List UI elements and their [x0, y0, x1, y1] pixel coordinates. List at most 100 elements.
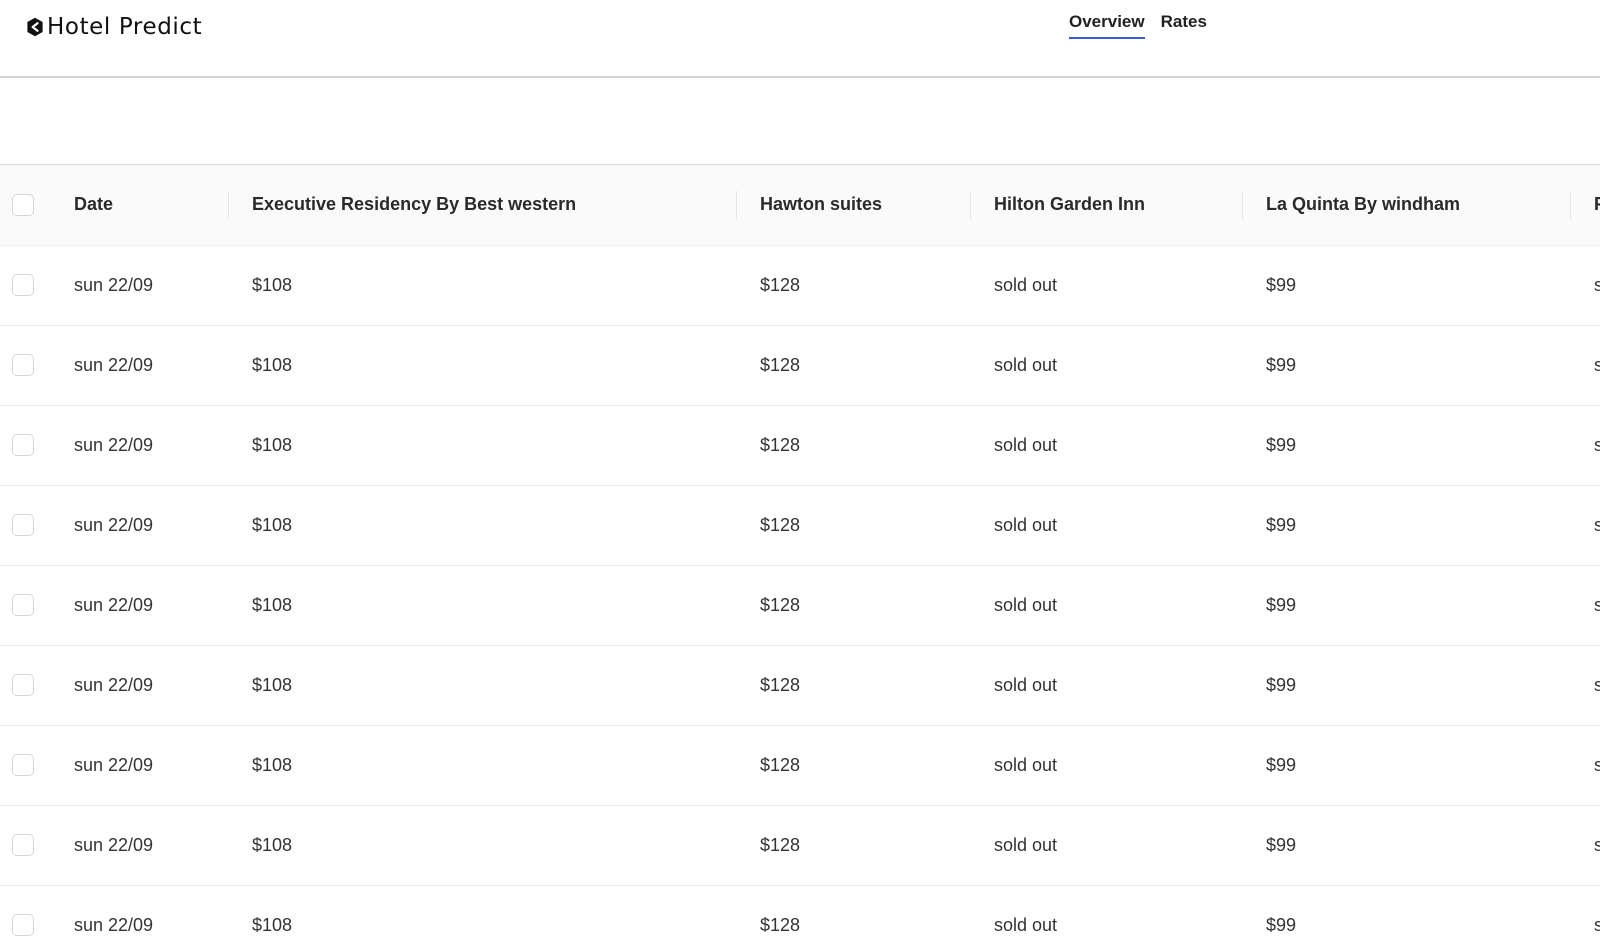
table-body: sun 22/09 $108 $128 sold out $99 s sun 2…: [0, 245, 1600, 937]
cell-la-quinta: $99: [1266, 914, 1297, 935]
cell-executive-residency: $108: [252, 274, 293, 295]
cell-la-quinta: $99: [1266, 834, 1297, 855]
row-checkbox[interactable]: [12, 914, 34, 936]
cell-executive-residency: $108: [252, 354, 293, 375]
cell-hilton-garden-inn: sold out: [994, 914, 1058, 935]
row-select-cell: [0, 885, 50, 937]
table-row[interactable]: sun 22/09 $108 $128 sold out $99 s: [0, 485, 1600, 565]
cell-date: sun 22/09: [74, 594, 154, 615]
cell-next-hotel: s: [1570, 805, 1600, 885]
rates-table-container[interactable]: Date Executive Residency By Best western…: [0, 165, 1600, 937]
cell-hilton-garden-inn: sold out: [994, 354, 1058, 375]
row-select-cell: [0, 565, 50, 645]
cell-next-hotel: s: [1570, 485, 1600, 565]
cell-next-hotel: s: [1570, 405, 1600, 485]
toolbar-area: [0, 78, 1600, 165]
cell-hawton-suites: $128: [760, 434, 801, 455]
column-header-executive-residency[interactable]: Executive Residency By Best western: [228, 165, 736, 246]
row-select-cell: [0, 725, 50, 805]
cell-next-hotel: s: [1570, 565, 1600, 645]
top-bar: Hotel Predict Overview Rates: [0, 0, 1600, 78]
cell-hilton-garden-inn: sold out: [994, 834, 1058, 855]
cell-executive-residency: $108: [252, 914, 293, 935]
row-select-cell: [0, 325, 50, 405]
cell-la-quinta: $99: [1266, 274, 1297, 295]
table-row[interactable]: sun 22/09 $108 $128 sold out $99 s: [0, 725, 1600, 805]
row-select-cell: [0, 485, 50, 565]
cell-executive-residency: $108: [252, 594, 293, 615]
cell-la-quinta: $99: [1266, 354, 1297, 375]
cell-hilton-garden-inn: sold out: [994, 754, 1058, 775]
table-row[interactable]: sun 22/09 $108 $128 sold out $99 s: [0, 565, 1600, 645]
cell-next-hotel: s: [1570, 885, 1600, 937]
column-header-hawton-suites[interactable]: Hawton suites: [736, 165, 970, 246]
row-select-cell: [0, 405, 50, 485]
column-header-hilton-garden-inn[interactable]: Hilton Garden Inn: [970, 165, 1242, 246]
column-header-la-quinta[interactable]: La Quinta By windham: [1242, 165, 1570, 246]
cell-date: sun 22/09: [74, 354, 154, 375]
cell-hilton-garden-inn: sold out: [994, 674, 1058, 695]
cell-next-hotel: s: [1570, 725, 1600, 805]
row-select-cell: [0, 805, 50, 885]
table-row[interactable]: sun 22/09 $108 $128 sold out $99 s: [0, 325, 1600, 405]
select-all-checkbox[interactable]: [12, 193, 34, 216]
cell-date: sun 22/09: [74, 674, 154, 695]
cell-executive-residency: $108: [252, 674, 293, 695]
cell-hilton-garden-inn: sold out: [994, 434, 1058, 455]
row-checkbox[interactable]: [12, 834, 34, 856]
table-row[interactable]: sun 22/09 $108 $128 sold out $99 s: [0, 805, 1600, 885]
table-row[interactable]: sun 22/09 $108 $128 sold out $99 s: [0, 885, 1600, 937]
cell-hilton-garden-inn: sold out: [994, 594, 1058, 615]
cell-hawton-suites: $128: [760, 914, 801, 935]
tab-rates[interactable]: Rates: [1161, 12, 1207, 39]
row-checkbox[interactable]: [12, 754, 34, 776]
table-row[interactable]: sun 22/09 $108 $128 sold out $99 s: [0, 645, 1600, 725]
cell-executive-residency: $108: [252, 434, 293, 455]
row-checkbox[interactable]: [12, 274, 34, 296]
cell-la-quinta: $99: [1266, 674, 1297, 695]
cell-hilton-garden-inn: sold out: [994, 514, 1058, 535]
cell-la-quinta: $99: [1266, 754, 1297, 775]
cell-date: sun 22/09: [74, 274, 154, 295]
cell-date: sun 22/09: [74, 434, 154, 455]
row-checkbox[interactable]: [12, 674, 34, 696]
hotel-predict-logo-icon: [27, 17, 43, 37]
table-row[interactable]: sun 22/09 $108 $128 sold out $99 s: [0, 405, 1600, 485]
header-select-cell: [0, 165, 50, 246]
column-header-next-hotel[interactable]: F: [1570, 165, 1600, 246]
cell-date: sun 22/09: [74, 754, 154, 775]
cell-hawton-suites: $128: [760, 834, 801, 855]
column-header-date[interactable]: Date: [50, 165, 228, 246]
cell-hawton-suites: $128: [760, 274, 801, 295]
row-checkbox[interactable]: [12, 434, 34, 456]
cell-la-quinta: $99: [1266, 434, 1297, 455]
cell-date: sun 22/09: [74, 914, 154, 935]
cell-date: sun 22/09: [74, 514, 154, 535]
cell-hawton-suites: $128: [760, 354, 801, 375]
cell-executive-residency: $108: [252, 754, 293, 775]
cell-executive-residency: $108: [252, 514, 293, 535]
cell-la-quinta: $99: [1266, 594, 1297, 615]
cell-next-hotel: s: [1570, 645, 1600, 725]
row-select-cell: [0, 645, 50, 725]
cell-la-quinta: $99: [1266, 514, 1297, 535]
row-checkbox[interactable]: [12, 514, 34, 536]
row-checkbox[interactable]: [12, 594, 34, 616]
cell-hawton-suites: $128: [760, 754, 801, 775]
table-row[interactable]: sun 22/09 $108 $128 sold out $99 s: [0, 245, 1600, 325]
cell-hilton-garden-inn: sold out: [994, 274, 1058, 295]
cell-hawton-suites: $128: [760, 514, 801, 535]
brand-logo[interactable]: Hotel Predict: [26, 12, 202, 42]
cell-executive-residency: $108: [252, 834, 293, 855]
rates-table: Date Executive Residency By Best western…: [0, 165, 1600, 937]
cell-date: sun 22/09: [74, 834, 154, 855]
row-select-cell: [0, 245, 50, 325]
cell-hawton-suites: $128: [760, 594, 801, 615]
cell-next-hotel: s: [1570, 245, 1600, 325]
cell-hawton-suites: $128: [760, 674, 801, 695]
main-nav: Overview Rates: [1069, 12, 1207, 39]
tab-overview[interactable]: Overview: [1069, 12, 1145, 39]
row-checkbox[interactable]: [12, 354, 34, 376]
brand-name: Hotel Predict: [47, 14, 203, 40]
table-header-row: Date Executive Residency By Best western…: [0, 165, 1600, 246]
